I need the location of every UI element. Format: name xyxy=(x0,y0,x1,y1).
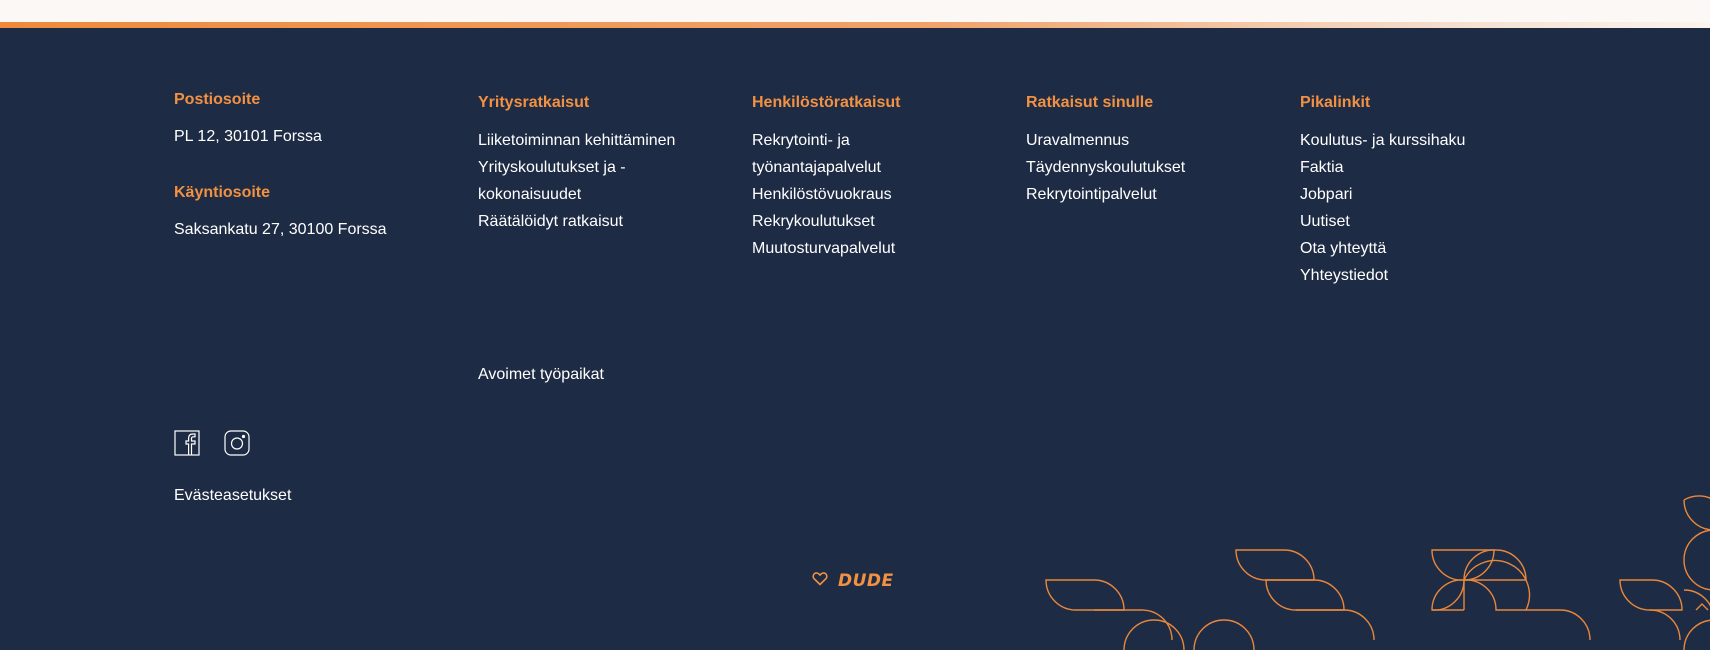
hr-solutions-column: Henkilöstöratkaisut Rekrytointi- ja työn… xyxy=(752,93,982,262)
footer-link-change-security[interactable]: Muutosturvapalvelut xyxy=(752,240,895,257)
footer-link-course-search[interactable]: Koulutus- ja kurssihaku xyxy=(1300,132,1465,149)
list-item: Muutosturvapalvelut xyxy=(752,235,982,262)
visiting-address-heading: Käyntiosoite xyxy=(174,184,271,201)
footer-link-recruitment-training[interactable]: Rekrykoulutukset xyxy=(752,213,875,230)
list-item: Rekrykoulutukset xyxy=(752,208,982,235)
footer-link-custom-solutions[interactable]: Räätälöidyt ratkaisut xyxy=(478,213,623,230)
cookie-settings-link[interactable]: Evästeasetukset xyxy=(174,485,291,507)
list-item: Liiketoiminnan kehittäminen xyxy=(478,127,708,154)
footer-link-faktia[interactable]: Faktia xyxy=(1300,159,1344,176)
quick-links-heading: Pikalinkit xyxy=(1300,94,1371,111)
list-item: Faktia xyxy=(1300,154,1530,181)
footer-link-career-coaching[interactable]: Uravalmennus xyxy=(1026,132,1129,149)
facebook-icon[interactable] xyxy=(174,430,200,456)
list-item: Henkilöstövuokraus xyxy=(752,181,982,208)
dude-credit-link[interactable]: DUDE xyxy=(812,571,894,591)
footer-link-business-development[interactable]: Liiketoiminnan kehittäminen xyxy=(478,132,675,149)
footer-link-further-education[interactable]: Täydennyskoulutukset xyxy=(1026,159,1185,176)
solutions-for-you-heading: Ratkaisut sinulle xyxy=(1026,94,1154,111)
business-solutions-list: Liiketoiminnan kehittäminen Yrityskoulut… xyxy=(478,127,708,235)
list-item: Uravalmennus xyxy=(1026,127,1256,154)
footer-link-contact-us[interactable]: Ota yhteyttä xyxy=(1300,240,1386,257)
footer-link-contact-details[interactable]: Yhteystiedot xyxy=(1300,267,1388,284)
business-solutions-heading: Yritysratkaisut xyxy=(478,94,590,111)
list-item: Jobpari xyxy=(1300,181,1530,208)
footer-link-recruitment-services[interactable]: Rekrytointi- ja työnantajapalvelut xyxy=(752,132,881,176)
address-column: Postiosoite PL 12, 30101 Forssa Käyntios… xyxy=(174,90,444,241)
solutions-for-you-column: Ratkaisut sinulle Uravalmennus Täydennys… xyxy=(1026,93,1256,208)
footer-link-staff-leasing[interactable]: Henkilöstövuokraus xyxy=(752,186,892,203)
footer-link-recruiting-services[interactable]: Rekrytointipalvelut xyxy=(1026,186,1157,203)
page-top-strip xyxy=(0,0,1710,22)
decorative-pattern xyxy=(1045,495,1710,650)
list-item: Koulutus- ja kurssihaku xyxy=(1300,127,1530,154)
postal-address-heading: Postiosoite xyxy=(174,91,261,108)
dude-logo-text: DUDE xyxy=(838,571,894,591)
list-item: Yrityskoulutukset ja -kokonaisuudet xyxy=(478,154,708,208)
social-links xyxy=(174,430,250,456)
postal-address-value: PL 12, 30101 Forssa xyxy=(174,128,322,145)
hr-solutions-heading: Henkilöstöratkaisut xyxy=(752,94,901,111)
hr-solutions-list: Rekrytointi- ja työnantajapalvelut Henki… xyxy=(752,127,982,262)
list-item: Uutiset xyxy=(1300,208,1530,235)
list-item: Ota yhteyttä xyxy=(1300,235,1530,262)
list-item: Räätälöidyt ratkaisut xyxy=(478,208,708,235)
list-item: Täydennyskoulutukset xyxy=(1026,154,1256,181)
heart-icon xyxy=(812,571,828,591)
business-solutions-column: Yritysratkaisut Liiketoiminnan kehittämi… xyxy=(478,93,708,235)
quick-links-list: Koulutus- ja kurssihaku Faktia Jobpari U… xyxy=(1300,127,1530,289)
site-footer: Postiosoite PL 12, 30101 Forssa Käyntios… xyxy=(0,28,1710,650)
footer-link-jobpari[interactable]: Jobpari xyxy=(1300,186,1352,203)
instagram-icon[interactable] xyxy=(224,430,250,456)
list-item: Yhteystiedot xyxy=(1300,262,1530,289)
quick-links-column: Pikalinkit Koulutus- ja kurssihaku Fakti… xyxy=(1300,93,1530,289)
solutions-for-you-list: Uravalmennus Täydennyskoulutukset Rekryt… xyxy=(1026,127,1256,208)
visiting-address-value: Saksankatu 27, 30100 Forssa xyxy=(174,221,387,238)
footer-link-company-training[interactable]: Yrityskoulutukset ja -kokonaisuudet xyxy=(478,159,626,203)
list-item: Rekrytointi- ja työnantajapalvelut xyxy=(752,127,982,181)
open-positions-link[interactable]: Avoimet työpaikat xyxy=(478,364,604,386)
footer-link-news[interactable]: Uutiset xyxy=(1300,213,1350,230)
list-item: Rekrytointipalvelut xyxy=(1026,181,1256,208)
